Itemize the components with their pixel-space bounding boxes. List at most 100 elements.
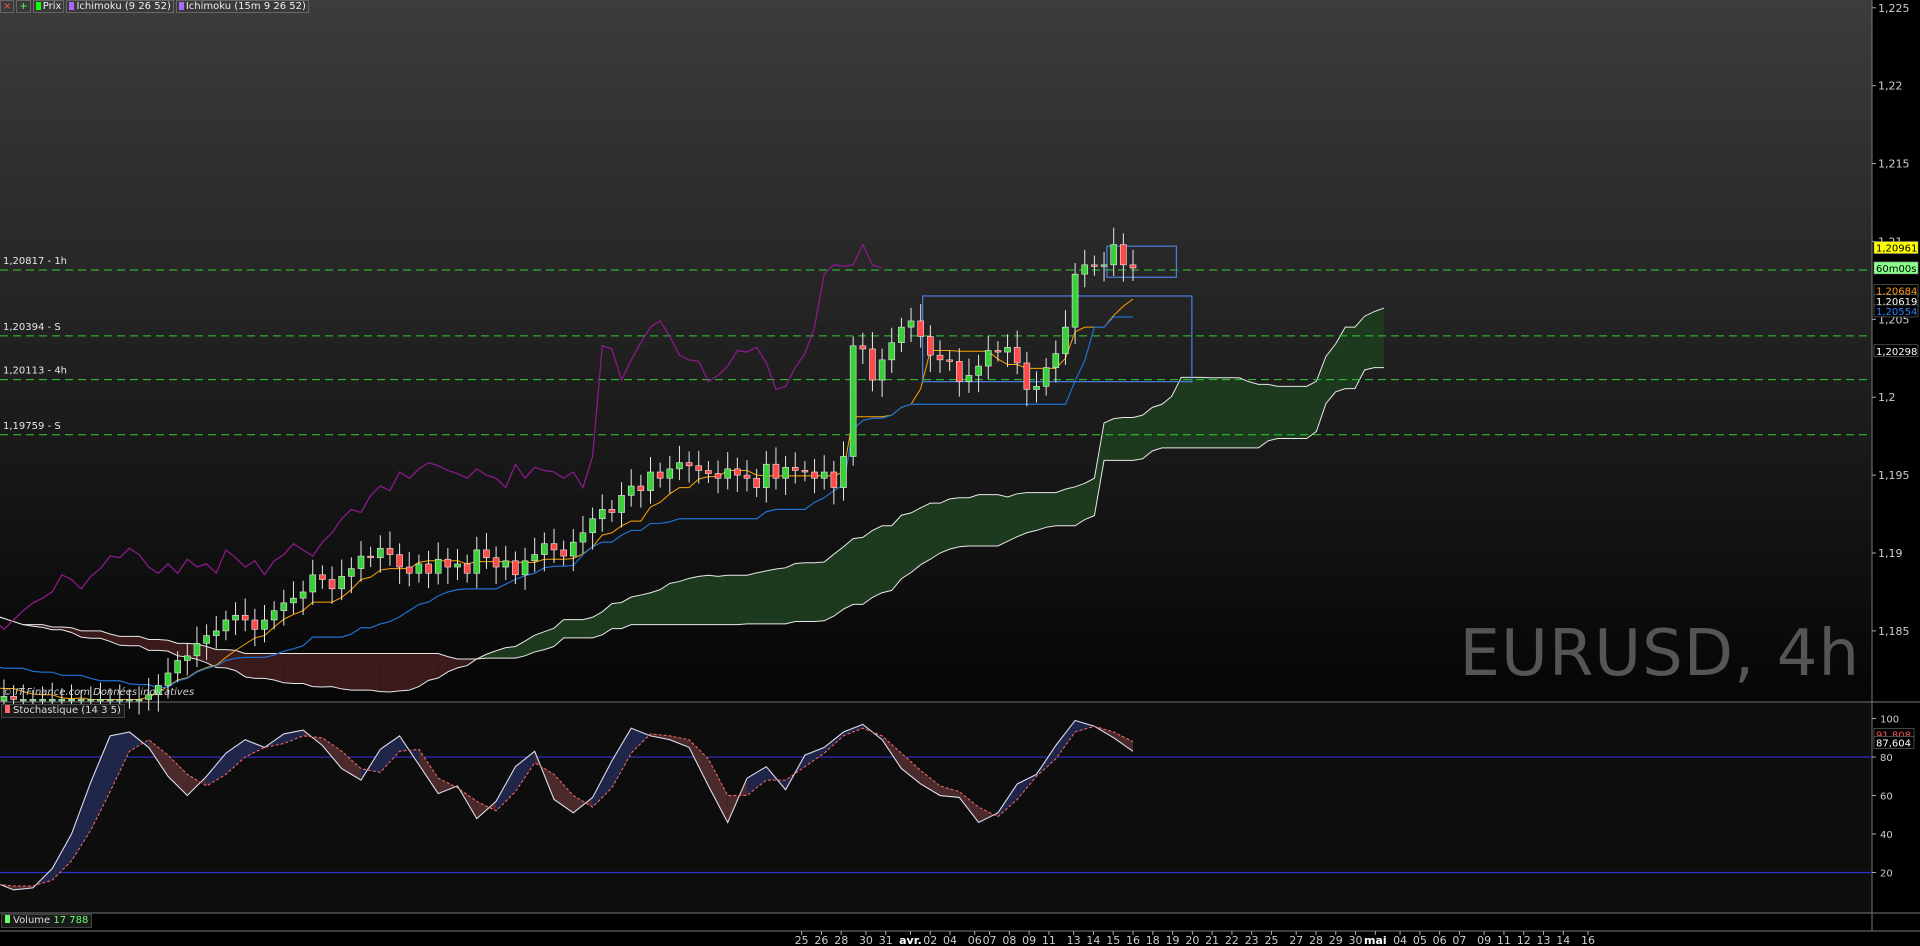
bearish-candle bbox=[319, 574, 326, 580]
ichimoku-cloud-segment bbox=[1277, 386, 1288, 439]
ichimoku-cloud-segment bbox=[428, 653, 439, 681]
bearish-candle bbox=[637, 485, 645, 492]
ichimoku-15m-label: Ichimoku (15m 9 26 52) bbox=[185, 1, 306, 12]
volume-value: 17 788 bbox=[53, 915, 89, 926]
bullish-candle bbox=[521, 560, 529, 576]
price-chart[interactable]: 1,2251,221,2151,211,2051,21,1951,191,185… bbox=[0, 0, 1920, 946]
ichimoku-15m-indicator-tag[interactable]: Ichimoku (15m 9 26 52) bbox=[175, 0, 309, 13]
bullish-candle bbox=[598, 509, 606, 520]
ichimoku-cloud-segment bbox=[660, 583, 670, 625]
ichimoku-cloud-segment bbox=[901, 512, 912, 579]
bearish-candle bbox=[251, 619, 259, 630]
support-level-label: 1,19759 - S bbox=[3, 421, 61, 432]
ichimoku-cloud-segment bbox=[679, 578, 690, 625]
time-tick-label: 02 bbox=[923, 934, 937, 946]
ichimoku-cloud-segment bbox=[698, 575, 709, 625]
bearish-candle bbox=[753, 477, 760, 488]
ichimoku-cloud-segment bbox=[1297, 386, 1307, 439]
ichimoku-cloud-segment bbox=[1287, 386, 1298, 439]
volume-title: Volume bbox=[13, 915, 51, 926]
bearish-candle bbox=[608, 509, 616, 513]
bearish-candle bbox=[927, 336, 934, 356]
ichimoku-cloud-segment bbox=[1364, 311, 1375, 370]
price-tick-label: 1,19 bbox=[1878, 547, 1903, 560]
ichimoku-cloud-segment bbox=[1200, 377, 1211, 448]
bullish-candle bbox=[116, 699, 124, 702]
ichimoku-cloud-segment bbox=[1075, 483, 1085, 526]
time-tick-label: 26 bbox=[814, 934, 828, 946]
ichimoku-cloud-segment bbox=[988, 494, 998, 547]
ichimoku-cloud-segment bbox=[1248, 381, 1259, 448]
stochastic-panel-bg bbox=[0, 703, 1872, 913]
bearish-candle bbox=[946, 359, 953, 362]
bullish-candle bbox=[376, 548, 384, 558]
ichimoku-cloud-segment bbox=[399, 653, 410, 691]
ichimoku-cloud-segment bbox=[911, 507, 921, 573]
time-tick-label: 29 bbox=[1329, 934, 1343, 946]
bullish-candle bbox=[898, 326, 905, 344]
ichimoku-cloud-segment bbox=[766, 568, 776, 624]
bearish-candle bbox=[994, 350, 1002, 353]
bullish-candle bbox=[1081, 264, 1089, 275]
time-tick-label: 30 bbox=[1349, 934, 1363, 946]
ichimoku-cloud-segment bbox=[274, 653, 284, 683]
time-tick-label: 15 bbox=[1106, 934, 1120, 946]
ichimoku-cloud-segment bbox=[1210, 377, 1220, 448]
ichimoku-cloud-segment bbox=[283, 653, 294, 684]
ichimoku-cloud-segment bbox=[1161, 396, 1172, 448]
ichimoku-cloud-segment bbox=[370, 653, 381, 692]
bullish-candle bbox=[222, 619, 230, 632]
symbol-watermark: EURUSD, 4h bbox=[1459, 617, 1860, 691]
bullish-candle bbox=[531, 554, 539, 562]
ichimoku-cloud-segment bbox=[177, 643, 188, 657]
ichimoku-cloud-segment bbox=[611, 602, 622, 629]
price-flag-label: 60m00s bbox=[1876, 264, 1916, 275]
ichimoku-cloud-segment bbox=[351, 653, 361, 691]
close-icon[interactable]: × bbox=[0, 0, 15, 13]
bullish-candle bbox=[164, 672, 172, 686]
time-tick-label: 25 bbox=[795, 934, 809, 946]
bearish-candle bbox=[714, 473, 722, 479]
ichimoku-cloud-segment bbox=[1104, 418, 1114, 461]
ichimoku-cloud-segment bbox=[1055, 489, 1066, 526]
bullish-candle bbox=[232, 615, 239, 621]
bearish-candle bbox=[811, 471, 818, 479]
bullish-candle bbox=[820, 471, 828, 479]
ichimoku-cloud-segment bbox=[1306, 381, 1317, 439]
bullish-candle bbox=[1100, 264, 1108, 267]
bearish-candle bbox=[734, 468, 741, 476]
ichimoku-cloud-segment bbox=[631, 595, 641, 625]
bullish-candle bbox=[1004, 347, 1011, 353]
volume-panel-label[interactable]: Volume 17 788 bbox=[1, 914, 93, 928]
bullish-candle bbox=[415, 563, 423, 574]
price-indicator-tag[interactable]: Prix bbox=[32, 0, 65, 13]
ichimoku-cloud-segment bbox=[90, 630, 101, 639]
bullish-candle bbox=[1110, 244, 1117, 266]
ichimoku-cloud-segment bbox=[997, 494, 1008, 547]
bearish-candle bbox=[463, 563, 471, 574]
price-flag-label: 1,20298 bbox=[1876, 347, 1917, 358]
time-tick-label: 20 bbox=[1185, 934, 1199, 946]
bullish-candle bbox=[338, 576, 346, 590]
ichimoku-indicator-tag[interactable]: Ichimoku (9 26 52) bbox=[66, 0, 174, 13]
add-icon[interactable]: + bbox=[16, 0, 31, 13]
bearish-candle bbox=[917, 320, 925, 337]
time-tick-label: 06 bbox=[968, 934, 982, 946]
stochastic-panel-label[interactable]: Stochastique (14 3 5) bbox=[1, 704, 125, 718]
ichimoku-cloud-segment bbox=[891, 515, 902, 591]
bearish-candle bbox=[405, 566, 413, 574]
bearish-candle bbox=[1013, 347, 1021, 364]
time-tick-label: 11 bbox=[1042, 934, 1056, 946]
price-flag-label: 1,20554 bbox=[1876, 307, 1917, 318]
bullish-candle bbox=[965, 375, 973, 382]
stochastic-tick-label: 40 bbox=[1880, 830, 1893, 841]
ichimoku-cloud-segment bbox=[119, 636, 130, 646]
time-tick-label: mai bbox=[1364, 934, 1387, 946]
bearish-candle bbox=[367, 555, 374, 558]
bullish-candle bbox=[270, 610, 278, 621]
ichimoku-cloud-segment bbox=[930, 503, 940, 560]
ichimoku-cloud-segment bbox=[795, 562, 805, 622]
ichimoku-cloud-segment bbox=[293, 653, 304, 684]
bullish-candle bbox=[984, 350, 992, 367]
bullish-candle bbox=[473, 549, 481, 574]
